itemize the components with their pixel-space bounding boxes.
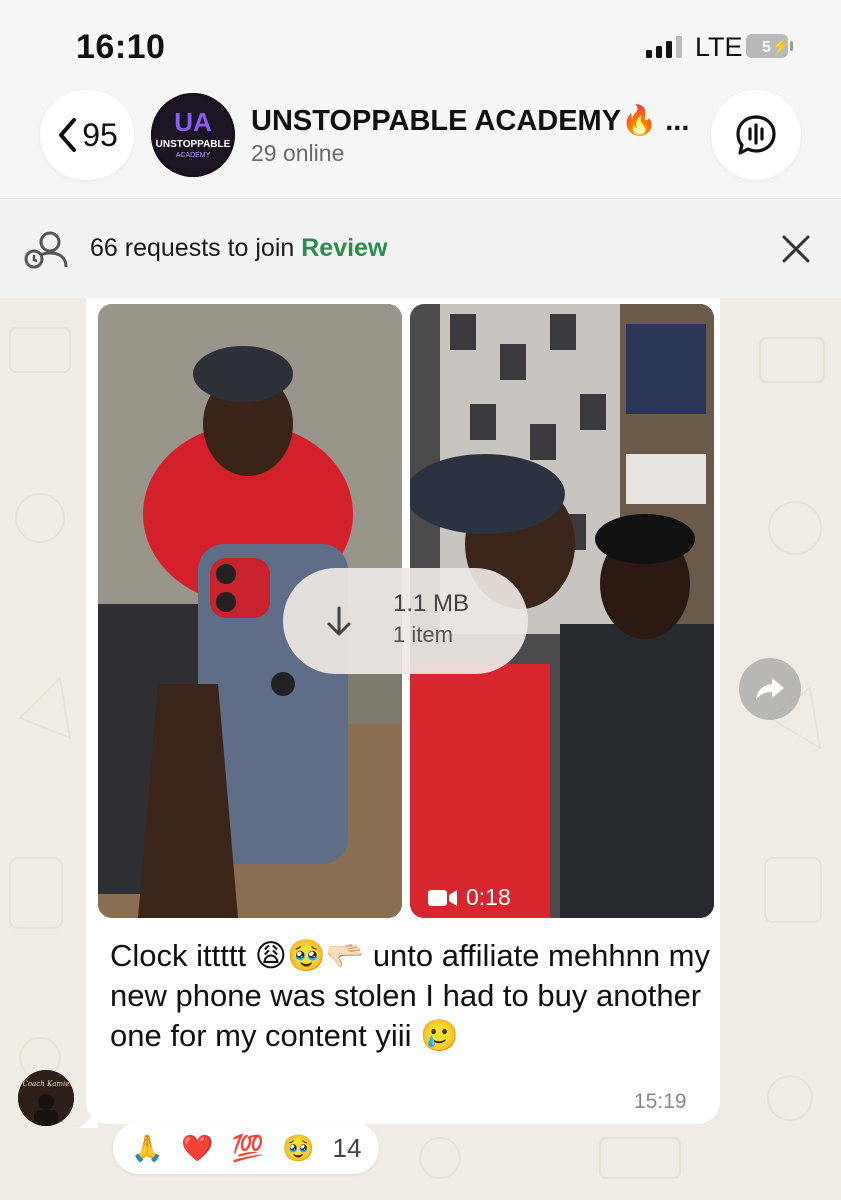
close-icon[interactable] [780,233,812,265]
download-pill[interactable]: 1.1 MB 1 item [283,568,528,674]
reaction-pray[interactable]: 🙏 [131,1133,163,1164]
svg-text:UA: UA [174,107,212,137]
group-avatar[interactable]: UA UNSTOPPABLE ACADEMY [151,93,235,177]
group-title[interactable]: UNSTOPPABLE ACADEMY🔥 ... [251,104,689,138]
sender-avatar[interactable]: Coach Kamie [18,1070,74,1126]
battery-icon: 5⚡ [746,34,793,58]
reactions-bar[interactable]: 🙏 ❤️ 💯 🥹 14 [113,1122,380,1174]
svg-text:ACADEMY: ACADEMY [176,152,211,159]
status-bar: 16:10 LTE 5⚡ [0,0,841,90]
bubble-tail [78,1108,98,1128]
message-time: 15:19 [634,1090,687,1113]
join-requests-banner[interactable]: 66 requests to join Review [0,198,841,298]
academy-logo-icon: UA UNSTOPPABLE ACADEMY [151,93,235,177]
requests-text: 66 requests to join Review [90,234,387,263]
reaction-hundred[interactable]: 💯 [232,1133,264,1164]
forward-button[interactable] [739,658,801,720]
signal-icon [646,36,682,58]
message-text: Clock ittttt 😩🥹🫳🏻 unto affiliate mehhnn … [110,938,711,1053]
reaction-count: 14 [332,1132,362,1163]
voice-chat-button[interactable] [711,90,801,180]
status-time: 16:10 [76,28,166,66]
reaction-pleading[interactable]: 🥹 [282,1133,314,1164]
svg-text:5⚡: 5⚡ [762,37,791,56]
share-arrow-icon [756,678,784,700]
video-duration: 0:18 [428,884,511,911]
download-arrow-icon [327,606,351,636]
voice-chat-icon [736,115,776,155]
review-link[interactable]: Review [301,234,387,262]
reaction-heart[interactable]: ❤️ [181,1133,213,1164]
unread-count: 95 [82,116,118,153]
download-items: 1 item [393,622,453,647]
user-requests-icon [24,231,68,269]
chat-header: 95 UA UNSTOPPABLE ACADEMY UNSTOPPABLE AC… [0,90,841,198]
download-size: 1.1 MB [393,590,470,617]
svg-text:UNSTOPPABLE: UNSTOPPABLE [156,139,231,150]
back-button[interactable]: 95 [40,90,134,180]
requests-count-label: 66 requests to join [90,234,295,262]
svg-text:Coach Kamie: Coach Kamie [23,1080,70,1088]
video-camera-icon [428,889,457,906]
chat-area[interactable] [0,298,841,1200]
network-label: LTE [695,32,743,62]
video-duration-label: 0:18 [466,884,511,910]
online-count: 29 online [251,140,345,166]
chevron-left-icon [59,118,77,152]
